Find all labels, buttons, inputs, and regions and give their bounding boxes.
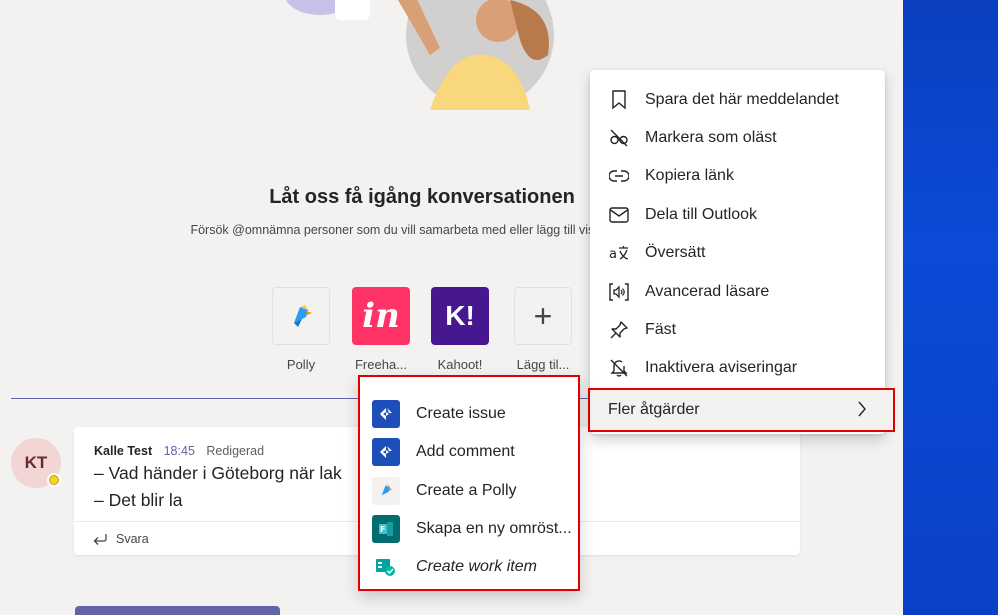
submenu-item-label: Create work item [416,558,537,575]
reply-icon [93,533,107,545]
menu-item-label: Fler åtgärder [608,401,700,418]
status-away-icon [47,473,61,487]
azure-boards-icon [372,553,400,581]
menu-item-mark-unread[interactable]: Markera som oläst [590,119,885,157]
menu-item-pin[interactable]: Fäst [590,311,885,349]
welcome-title: Låt oss få igång konversationen [269,186,575,208]
unread-glasses-icon [609,128,629,148]
message-line: – Det blir la [94,490,183,510]
app-name: Polly [286,357,316,372]
immersive-reader-icon [609,282,629,302]
submenu-item-label: Add comment [416,443,515,460]
new-conversation-button[interactable] [75,606,280,615]
app-add[interactable]: + Lägg til... [513,287,573,372]
menu-item-more-actions[interactable]: Fler åtgärder [588,388,895,432]
welcome-illustration [286,0,554,110]
menu-item-save[interactable]: Spara det här meddelandet [590,81,885,119]
message-author: Kalle Test [94,444,153,458]
menu-item-label: Avancerad läsare [645,283,770,300]
svg-text:F: F [380,525,385,534]
chevron-right-icon [857,401,867,422]
submenu-item-label: Skapa en ny omröst... [416,520,572,537]
app-kahoot[interactable]: K! Kahoot! [430,287,490,372]
pin-icon [609,320,629,340]
submenu-item-label: Create a Polly [416,482,517,499]
submenu-item-label: Create issue [416,405,506,422]
menu-item-label: Markera som oläst [645,129,777,146]
forms-poll-icon: F [372,515,400,543]
message-meta: Kalle Test 18:45 Redigerad [94,444,264,458]
app-name: Kahoot! [437,357,483,372]
menu-item-immersive-reader[interactable]: Avancerad läsare [590,273,885,311]
submenu-item-create-issue[interactable]: Create issue [360,395,577,433]
desktop-background [903,0,998,615]
message-context-menu: Spara det här meddelandet Markera som ol… [588,70,895,434]
plus-icon: + [514,287,572,345]
menu-item-translate[interactable]: a Översätt [590,234,885,272]
suggested-apps: Polly in Freeha... K! Kahoot! + Lägg til… [0,287,620,377]
menu-item-mute-notifications[interactable]: Inaktivera aviseringar [590,349,885,387]
svg-text:a: a [609,247,617,262]
polly-parrot-icon [372,477,400,505]
submenu-item-create-polly[interactable]: Create a Polly [360,472,577,510]
link-icon [609,166,629,186]
menu-item-label: Dela till Outlook [645,206,758,223]
translate-icon: a [609,243,629,263]
invision-icon: in [352,287,410,345]
message-line: – Vad händer i Göteborg när lak [94,463,342,483]
bell-off-icon [609,358,629,378]
menu-item-label: Kopiera länk [645,167,734,184]
kahoot-icon: K! [431,287,489,345]
more-actions-submenu: Create issue Add comment Create a Polly … [358,375,580,591]
mail-icon [609,205,629,225]
submenu-item-add-comment[interactable]: Add comment [360,433,577,471]
jira-icon [372,400,400,428]
jira-icon [372,438,400,466]
menu-item-label: Fäst [645,321,677,338]
app-freehand[interactable]: in Freeha... [351,287,411,372]
reply-label: Svara [116,531,149,546]
submenu-item-new-poll[interactable]: F Skapa en ny omröst... [360,510,577,548]
app-name: Freeha... [354,357,408,372]
menu-item-label: Översätt [645,244,706,261]
menu-item-label: Spara det här meddelandet [645,91,839,108]
message-time: 18:45 [163,444,195,458]
menu-item-label: Inaktivera aviseringar [645,359,798,376]
menu-item-share-outlook[interactable]: Dela till Outlook [590,196,885,234]
welcome-subtitle: Försök @omnämna personer som du vill sam… [190,223,620,237]
app-name: Lägg til... [516,357,570,372]
submenu-item-create-work-item[interactable]: Create work item [360,548,577,586]
menu-item-copy-link[interactable]: Kopiera länk [590,157,885,195]
message-edited: Redigerad [206,444,265,458]
app-polly[interactable]: Polly [271,287,331,372]
bookmark-icon [609,90,629,110]
polly-parrot-icon [272,287,330,345]
